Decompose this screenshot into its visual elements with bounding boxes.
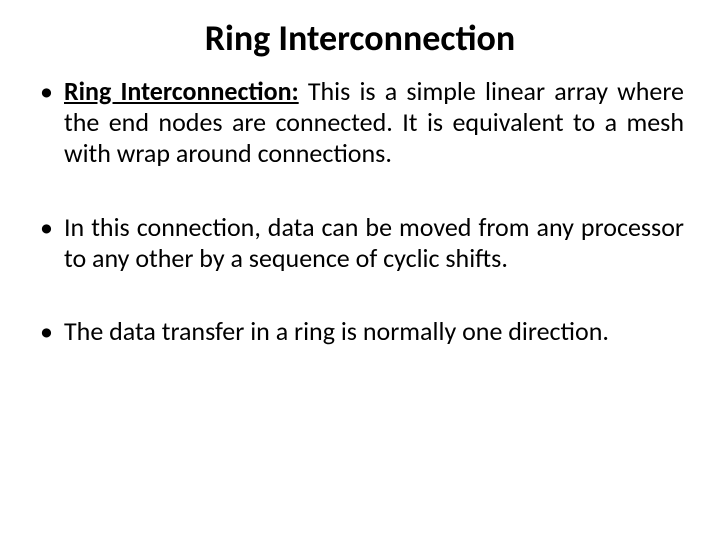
bullet-text: In this connection, data can be moved fr… (64, 211, 684, 274)
slide-title: Ring Interconnection (36, 16, 684, 60)
bullet-lead: Ring Interconnection: (64, 75, 299, 107)
bullet-list: Ring Interconnection: This is a simple l… (36, 76, 684, 347)
list-item: The data transfer in a ring is normally … (36, 316, 684, 347)
list-item: In this connection, data can be moved fr… (36, 212, 684, 274)
bullet-text: The data transfer in a ring is normally … (64, 315, 609, 347)
list-item: Ring Interconnection: This is a simple l… (36, 76, 684, 170)
